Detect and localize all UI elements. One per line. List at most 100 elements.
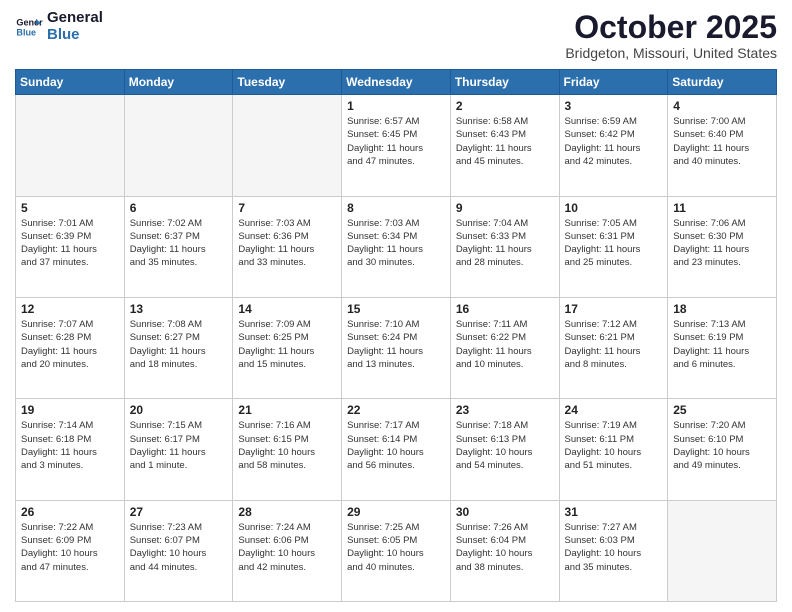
table-row: 29Sunrise: 7:25 AM Sunset: 6:05 PM Dayli… (342, 500, 451, 601)
col-saturday: Saturday (668, 70, 777, 95)
table-row: 18 Sunrise: 7:13 AM Sunset: 6:19 PM Dayli… (668, 297, 777, 398)
svg-text:Blue: Blue (16, 27, 36, 37)
day-number: 11 (673, 201, 771, 215)
calendar-week-row: 5 Sunrise: 7:01 AM Sunset: 6:39 PM Daylig… (16, 196, 777, 297)
day-info: Sunrise: 7:15 AM Sunset: 6:17 PM Dayligh… (130, 419, 228, 472)
day-info: Sunrise: 7:23 AM Sunset: 6:07 PM Dayligh… (130, 521, 228, 574)
table-row: 31 Sunrise: 7:27 AM Sunset: 6:03 PM Dayli… (559, 500, 668, 601)
day-number: 25 (673, 403, 771, 417)
day-info: Sunrise: 7:08 AM Sunset: 6:27 PM Dayligh… (130, 318, 228, 371)
table-row: 5 Sunrise: 7:01 AM Sunset: 6:39 PM Daylig… (16, 196, 125, 297)
day-info: Sunrise: 7:04 AM Sunset: 6:33 PM Dayligh… (456, 217, 554, 270)
day-info: Sunrise: 7:13 AM Sunset: 6:19 PM Dayligh… (673, 318, 771, 371)
day-info: Sunrise: 7:01 AM Sunset: 6:39 PM Dayligh… (21, 217, 119, 270)
day-info: Sunrise: 7:02 AM Sunset: 6:37 PM Dayligh… (130, 217, 228, 270)
day-number: 10 (565, 201, 663, 215)
day-number: 4 (673, 99, 771, 113)
calendar-week-row: 19 Sunrise: 7:14 AM Sunset: 6:18 PM Dayli… (16, 399, 777, 500)
day-number: 6 (130, 201, 228, 215)
day-number: 28 (238, 505, 336, 519)
day-number: 5 (21, 201, 119, 215)
day-number: 31 (565, 505, 663, 519)
day-number: 23 (456, 403, 554, 417)
table-row: 22Sunrise: 7:17 AM Sunset: 6:14 PM Dayli… (342, 399, 451, 500)
logo-line1: General (47, 10, 103, 27)
day-number: 14 (238, 302, 336, 316)
day-info: Sunrise: 7:26 AM Sunset: 6:04 PM Dayligh… (456, 521, 554, 574)
table-row: 7Sunrise: 7:03 AM Sunset: 6:36 PM Daylig… (233, 196, 342, 297)
day-number: 29 (347, 505, 445, 519)
day-info: Sunrise: 7:19 AM Sunset: 6:11 PM Dayligh… (565, 419, 663, 472)
table-row: 12 Sunrise: 7:07 AM Sunset: 6:28 PM Dayli… (16, 297, 125, 398)
day-info: Sunrise: 7:03 AM Sunset: 6:34 PM Dayligh… (347, 217, 445, 270)
day-number: 18 (673, 302, 771, 316)
calendar-week-row: 12 Sunrise: 7:07 AM Sunset: 6:28 PM Dayli… (16, 297, 777, 398)
day-info: Sunrise: 7:09 AM Sunset: 6:25 PM Dayligh… (238, 318, 336, 371)
day-number: 26 (21, 505, 119, 519)
month-title: October 2025 (565, 10, 777, 45)
day-info: Sunrise: 7:03 AM Sunset: 6:36 PM Dayligh… (238, 217, 336, 270)
table-row: 24 Sunrise: 7:19 AM Sunset: 6:11 PM Dayli… (559, 399, 668, 500)
table-row: 8 Sunrise: 7:03 AM Sunset: 6:34 PM Daylig… (342, 196, 451, 297)
table-row (233, 95, 342, 196)
day-number: 30 (456, 505, 554, 519)
day-info: Sunrise: 6:59 AM Sunset: 6:42 PM Dayligh… (565, 115, 663, 168)
table-row: 23 Sunrise: 7:18 AM Sunset: 6:13 PM Dayli… (450, 399, 559, 500)
table-row: 2Sunrise: 6:58 AM Sunset: 6:43 PM Daylig… (450, 95, 559, 196)
day-info: Sunrise: 7:20 AM Sunset: 6:10 PM Dayligh… (673, 419, 771, 472)
day-number: 1 (347, 99, 445, 113)
location: Bridgeton, Missouri, United States (565, 45, 777, 61)
day-info: Sunrise: 7:11 AM Sunset: 6:22 PM Dayligh… (456, 318, 554, 371)
table-row: 4 Sunrise: 7:00 AM Sunset: 6:40 PM Daylig… (668, 95, 777, 196)
day-number: 12 (21, 302, 119, 316)
table-row: 11 Sunrise: 7:06 AM Sunset: 6:30 PM Dayli… (668, 196, 777, 297)
col-monday: Monday (124, 70, 233, 95)
day-info: Sunrise: 7:27 AM Sunset: 6:03 PM Dayligh… (565, 521, 663, 574)
col-thursday: Thursday (450, 70, 559, 95)
calendar-week-row: 26 Sunrise: 7:22 AM Sunset: 6:09 PM Dayli… (16, 500, 777, 601)
calendar-week-row: 1 Sunrise: 6:57 AM Sunset: 6:45 PM Daylig… (16, 95, 777, 196)
col-sunday: Sunday (16, 70, 125, 95)
table-row: 6 Sunrise: 7:02 AM Sunset: 6:37 PM Daylig… (124, 196, 233, 297)
col-wednesday: Wednesday (342, 70, 451, 95)
day-info: Sunrise: 7:24 AM Sunset: 6:06 PM Dayligh… (238, 521, 336, 574)
calendar-table: Sunday Monday Tuesday Wednesday Thursday… (15, 69, 777, 602)
day-info: Sunrise: 7:12 AM Sunset: 6:21 PM Dayligh… (565, 318, 663, 371)
day-info: Sunrise: 7:22 AM Sunset: 6:09 PM Dayligh… (21, 521, 119, 574)
day-number: 20 (130, 403, 228, 417)
day-number: 15 (347, 302, 445, 316)
table-row: 19 Sunrise: 7:14 AM Sunset: 6:18 PM Dayli… (16, 399, 125, 500)
calendar-header-row: Sunday Monday Tuesday Wednesday Thursday… (16, 70, 777, 95)
day-number: 24 (565, 403, 663, 417)
table-row: 13 Sunrise: 7:08 AM Sunset: 6:27 PM Dayli… (124, 297, 233, 398)
day-number: 16 (456, 302, 554, 316)
day-number: 19 (21, 403, 119, 417)
day-info: Sunrise: 7:17 AM Sunset: 6:14 PM Dayligh… (347, 419, 445, 472)
day-number: 9 (456, 201, 554, 215)
day-number: 21 (238, 403, 336, 417)
table-row: 17Sunrise: 7:12 AM Sunset: 6:21 PM Dayli… (559, 297, 668, 398)
logo: General Blue General Blue (15, 10, 103, 43)
day-number: 8 (347, 201, 445, 215)
table-row: 27Sunrise: 7:23 AM Sunset: 6:07 PM Dayli… (124, 500, 233, 601)
table-row: 25 Sunrise: 7:20 AM Sunset: 6:10 PM Dayli… (668, 399, 777, 500)
page: General Blue General Blue October 2025 B… (0, 0, 792, 612)
table-row: 20 Sunrise: 7:15 AM Sunset: 6:17 PM Dayli… (124, 399, 233, 500)
table-row: 15Sunrise: 7:10 AM Sunset: 6:24 PM Dayli… (342, 297, 451, 398)
day-info: Sunrise: 7:07 AM Sunset: 6:28 PM Dayligh… (21, 318, 119, 371)
table-row: 1 Sunrise: 6:57 AM Sunset: 6:45 PM Daylig… (342, 95, 451, 196)
day-info: Sunrise: 6:57 AM Sunset: 6:45 PM Dayligh… (347, 115, 445, 168)
day-number: 13 (130, 302, 228, 316)
day-number: 3 (565, 99, 663, 113)
table-row: 26 Sunrise: 7:22 AM Sunset: 6:09 PM Dayli… (16, 500, 125, 601)
day-info: Sunrise: 7:06 AM Sunset: 6:30 PM Dayligh… (673, 217, 771, 270)
table-row: 10Sunrise: 7:05 AM Sunset: 6:31 PM Dayli… (559, 196, 668, 297)
day-number: 2 (456, 99, 554, 113)
day-info: Sunrise: 7:18 AM Sunset: 6:13 PM Dayligh… (456, 419, 554, 472)
logo-line2: Blue (47, 27, 103, 44)
day-info: Sunrise: 7:00 AM Sunset: 6:40 PM Dayligh… (673, 115, 771, 168)
day-info: Sunrise: 7:14 AM Sunset: 6:18 PM Dayligh… (21, 419, 119, 472)
table-row: 14 Sunrise: 7:09 AM Sunset: 6:25 PM Dayli… (233, 297, 342, 398)
table-row (124, 95, 233, 196)
col-tuesday: Tuesday (233, 70, 342, 95)
